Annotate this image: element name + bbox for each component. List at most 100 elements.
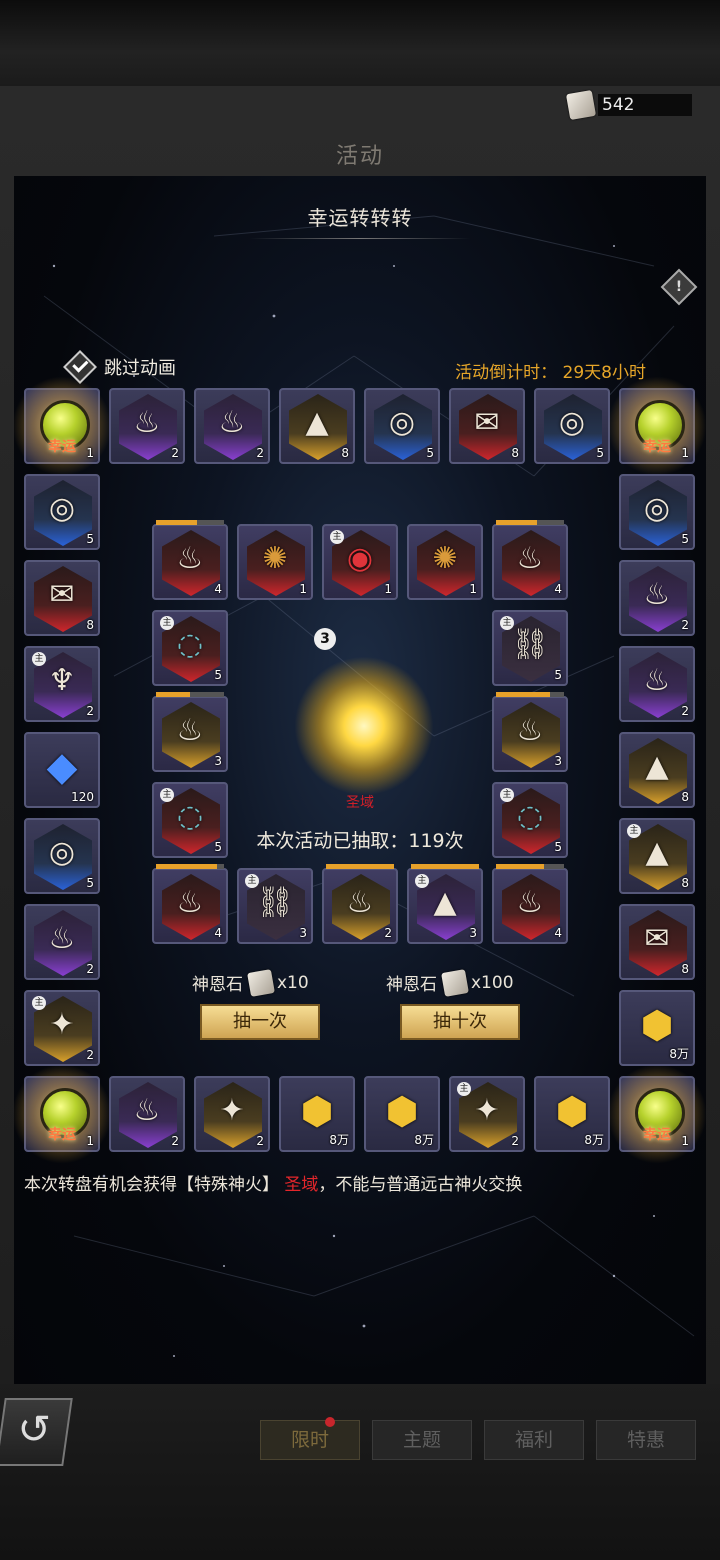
bone-icon: ✦	[49, 1007, 75, 1043]
item-count: 1	[86, 1134, 94, 1148]
item-count: 4	[214, 926, 222, 940]
item-count: 2	[86, 704, 94, 718]
flame-icon: ♨	[643, 577, 671, 613]
item-count: 8	[511, 446, 519, 460]
page-title: 活动	[335, 144, 384, 169]
item-count: 5	[596, 446, 604, 460]
reward-slot: ⬢ 8万	[619, 990, 695, 1066]
draw-once-button[interactable]: 抽一次	[200, 1004, 320, 1040]
chain-icon: ⛓	[255, 885, 295, 921]
event-title: 幸运转转转	[307, 206, 413, 230]
center-bubble: 3	[314, 628, 336, 650]
powder-icon: ▲	[433, 885, 457, 921]
ring-icon: ◌	[176, 627, 204, 663]
reward-slot: ◉ 主 1	[322, 524, 398, 600]
item-count: 4	[214, 582, 222, 596]
reward-slot: ♨ 4	[152, 864, 228, 944]
lucky-slot: 幸运 1	[14, 376, 112, 476]
item-count: 5	[86, 532, 94, 546]
back-button[interactable]: ↺	[0, 1398, 73, 1466]
tab-theme[interactable]: 主题	[372, 1420, 472, 1460]
reward-slot: ♨ 2	[24, 904, 100, 980]
cost-ten: 神恩石 x100	[386, 968, 514, 997]
item-count: 3	[554, 754, 562, 768]
item-count: 2	[384, 926, 392, 940]
reward-slot: ♨ 2	[619, 560, 695, 636]
item-count: 1	[681, 446, 689, 460]
bottom-bar	[0, 1384, 720, 1560]
powder-icon: ▲	[645, 749, 669, 785]
reward-slot: ✉ 8	[24, 560, 100, 636]
flame-icon: ♨	[176, 713, 204, 749]
reward-slot: ⬢ 8万	[534, 1076, 610, 1152]
scroll-currency-icon	[565, 89, 597, 121]
progress-fill	[156, 692, 190, 697]
item-count: 2	[511, 1134, 519, 1148]
gem-icon: ⬢	[555, 1089, 589, 1134]
main-tag: 主	[457, 1082, 471, 1096]
reward-slot: ♨ 3	[492, 692, 568, 772]
reward-slot: ◎ 5	[534, 388, 610, 464]
reward-slot: ♨ 2	[109, 388, 185, 464]
item-count: 2	[681, 704, 689, 718]
tab-limited[interactable]: 限时	[260, 1417, 360, 1460]
crystal-icon: ◆	[46, 744, 78, 791]
progress-bar	[411, 864, 479, 869]
tab-special-offer[interactable]: 特惠	[596, 1420, 696, 1460]
compass-icon: ◎	[643, 491, 671, 527]
item-count: 5	[426, 446, 434, 460]
item-count: 8	[681, 962, 689, 976]
flame-icon: ♨	[643, 663, 671, 699]
item-count: 2	[86, 1048, 94, 1062]
item-count: 2	[86, 962, 94, 976]
note-text-tail: ，不能与普通远古神火交换	[318, 1175, 523, 1195]
gem-icon: ⬢	[640, 1003, 674, 1048]
progress-bar	[496, 864, 564, 869]
reward-slot: ♨ 2	[619, 646, 695, 722]
progress-bar	[156, 864, 224, 869]
main-tag: 主	[415, 874, 429, 888]
reward-slot: ♨ 4	[492, 864, 568, 944]
center-reward-name: 圣域	[346, 795, 374, 811]
item-count: 1	[384, 582, 392, 596]
reward-slot: ◎ 5	[24, 474, 100, 550]
cost-stone-label: 神恩石	[386, 975, 437, 995]
progress-fill	[156, 864, 218, 869]
center-reward-glow	[294, 656, 434, 796]
item-count: 4	[554, 582, 562, 596]
note-highlight: 圣域	[284, 1175, 319, 1195]
item-count: 8万	[414, 1133, 434, 1147]
item-count: 8	[681, 876, 689, 890]
reward-slot: ✉ 8	[619, 904, 695, 980]
progress-fill	[496, 864, 544, 869]
event-note: 本次转盘有机会获得【特殊神火】 圣域，不能与普通远古神火交换	[24, 1170, 522, 1195]
progress-fill	[496, 692, 551, 697]
eye-icon: ◉	[346, 541, 374, 577]
scroll-icon: ✉	[474, 405, 500, 441]
compass-icon: ◎	[558, 405, 586, 441]
item-count: 8万	[669, 1047, 689, 1061]
tab-welfare[interactable]: 福利	[484, 1420, 584, 1460]
stone-icon	[441, 968, 469, 997]
bone-icon: ✦	[474, 1093, 500, 1129]
main-tag: 主	[500, 616, 514, 630]
scroll-icon: ✉	[644, 921, 670, 957]
back-arrow-icon: ↺	[17, 1407, 52, 1453]
item-count: 5	[681, 532, 689, 546]
item-count: 1	[299, 582, 307, 596]
currency-value: 542	[598, 94, 692, 116]
item-count: 2	[171, 1134, 179, 1148]
reward-slot: ✺ 1	[237, 524, 313, 600]
draw-ten-button[interactable]: 抽十次	[400, 1004, 520, 1040]
reward-slot: ♨ 2	[109, 1076, 185, 1152]
lucky-slot: 幸运 1	[14, 1064, 112, 1164]
item-count: 3	[214, 754, 222, 768]
stone-icon	[247, 968, 275, 997]
gem-icon: ⬢	[385, 1089, 419, 1134]
main-tag: 主	[330, 530, 344, 544]
reward-slot: ✺ 1	[407, 524, 483, 600]
powder-icon: ▲	[305, 405, 329, 441]
item-count: 2	[681, 618, 689, 632]
flame-icon: ♨	[346, 885, 374, 921]
compass-icon: ◎	[388, 405, 416, 441]
